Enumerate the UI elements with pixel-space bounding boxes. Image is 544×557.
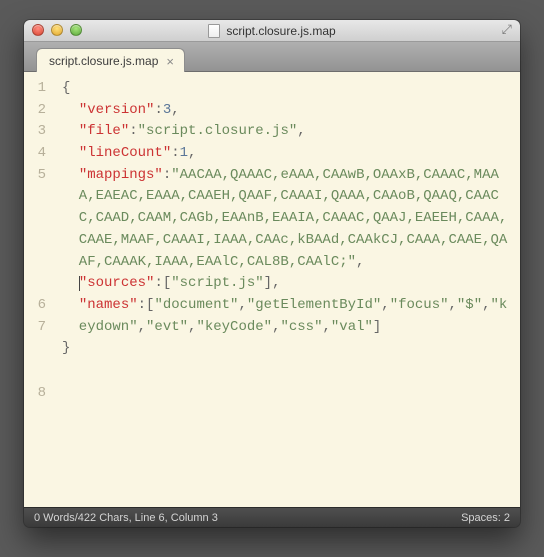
- status-left[interactable]: 0 Words/422 Chars, Line 6, Column 3: [34, 512, 218, 524]
- line-number: 5: [24, 165, 46, 187]
- titlebar[interactable]: script.closure.js.map ⤡: [24, 20, 520, 42]
- line-number: 7: [24, 317, 46, 339]
- minimize-window-button[interactable]: [51, 24, 63, 36]
- line-number: 1: [24, 78, 46, 100]
- line-number: 4: [24, 143, 46, 165]
- editor[interactable]: 1 2 3 4 5 6 7 8 { "version":3, "file":"s…: [24, 72, 520, 507]
- zoom-window-button[interactable]: [70, 24, 82, 36]
- line-number: 3: [24, 121, 46, 143]
- line-number: 6: [24, 295, 46, 317]
- window: script.closure.js.map ⤡ script.closure.j…: [24, 20, 520, 527]
- tab-bar: script.closure.js.map ×: [24, 42, 520, 72]
- traffic-lights: [32, 24, 82, 36]
- window-title: script.closure.js.map: [226, 24, 335, 38]
- code-area[interactable]: { "version":3, "file":"script.closure.js…: [58, 72, 520, 507]
- line-number: 2: [24, 100, 46, 122]
- close-window-button[interactable]: [32, 24, 44, 36]
- status-right[interactable]: Spaces: 2: [461, 512, 510, 524]
- tab-active[interactable]: script.closure.js.map ×: [36, 48, 185, 72]
- line-number: 8: [24, 383, 46, 405]
- window-title-wrap: script.closure.js.map: [208, 24, 335, 38]
- tab-close-icon[interactable]: ×: [166, 55, 174, 68]
- gutter: 1 2 3 4 5 6 7 8: [24, 72, 58, 507]
- document-icon: [208, 24, 220, 38]
- status-bar: 0 Words/422 Chars, Line 6, Column 3 Spac…: [24, 507, 520, 527]
- fullscreen-icon[interactable]: ⤡: [500, 24, 514, 38]
- tab-label: script.closure.js.map: [49, 54, 158, 68]
